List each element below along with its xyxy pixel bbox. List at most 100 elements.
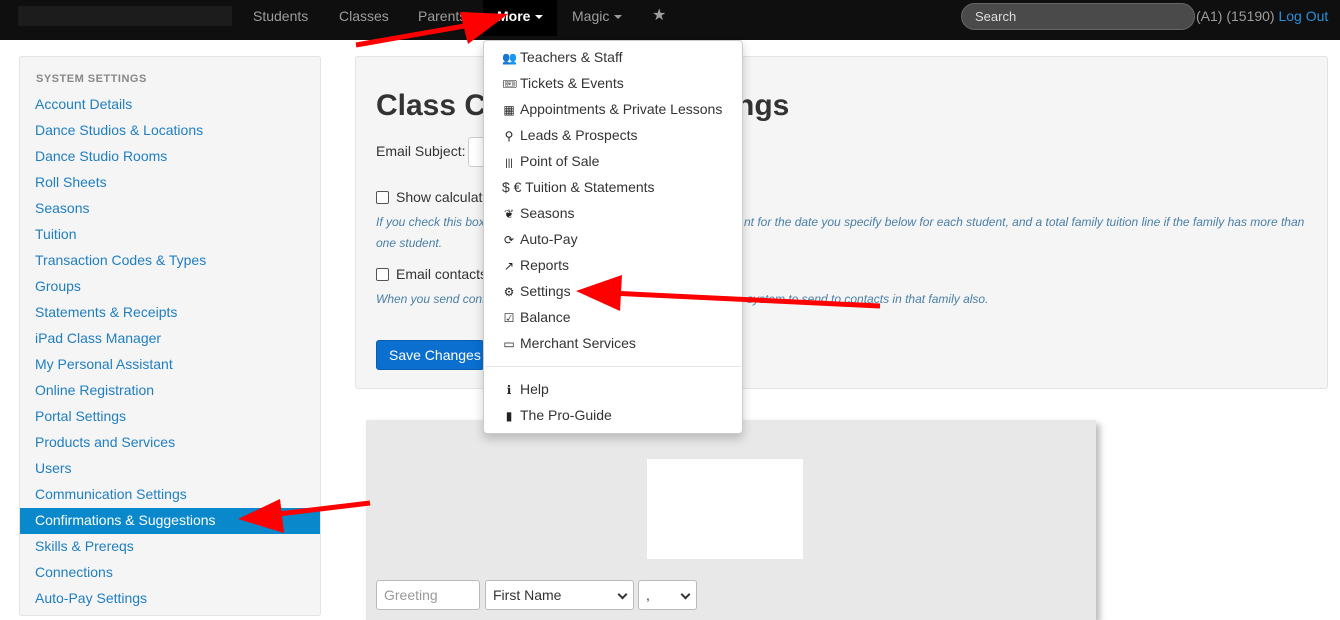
menu-item-balance[interactable]: ☑ Balance	[502, 305, 571, 329]
menu-item-appointments[interactable]: ▦ Appointments & Private Lessons	[502, 97, 722, 121]
help-text-2-start: When you send cont	[376, 292, 486, 306]
menu-item-label: Merchant Services	[520, 335, 636, 351]
sidebar-item-personal-assistant[interactable]: My Personal Assistant	[20, 352, 320, 378]
sidebar-item-autopay-settings[interactable]: Auto-Pay Settings	[20, 586, 320, 612]
more-dropdown-menu: 👥 Teachers & Staff 🎟 Tickets & Events ▦ App…	[483, 40, 743, 434]
page-title: Class C	[376, 89, 487, 122]
menu-item-label: Balance	[520, 309, 571, 325]
visa-card-icon: ▭	[503, 337, 515, 351]
menu-item-label: Teachers & Staff	[520, 49, 623, 65]
ticket-icon: 🎟	[502, 77, 518, 91]
brand-logo[interactable]	[18, 6, 232, 26]
user-code: (A1) (15190)	[1196, 8, 1275, 24]
nav-more-label: More	[497, 8, 531, 24]
calendar-icon: ▦	[503, 103, 515, 117]
save-changes-button[interactable]: Save Changes	[376, 340, 484, 370]
menu-item-merchant-services[interactable]: ▭ Merchant Services	[502, 331, 636, 355]
nav-magic-label: Magic	[572, 8, 610, 24]
menu-item-settings[interactable]: ⚙ Settings	[502, 279, 571, 303]
menu-divider	[485, 366, 741, 367]
star-icon[interactable]: ★	[652, 0, 666, 36]
sidebar-item-groups[interactable]: Groups	[20, 274, 320, 300]
leaf-icon: ❦	[503, 207, 515, 221]
show-calculated-row: Show calculate	[376, 189, 490, 205]
settings-sidebar: SYSTEM SETTINGS Account Details Dance St…	[19, 56, 321, 616]
book-icon: ▮	[505, 409, 513, 423]
first-name-select-value: First Name	[493, 587, 562, 603]
menu-item-leads-prospects[interactable]: ⚲ Leads & Prospects	[502, 123, 638, 147]
menu-item-label: The Pro-Guide	[520, 407, 612, 423]
help-text-1-end: nt for the date you specify below for ea…	[744, 215, 1305, 229]
menu-item-label: Reports	[520, 257, 570, 273]
help-text-1-line2: one student.	[376, 236, 443, 250]
menu-item-label: Settings	[520, 283, 571, 299]
menu-item-label: Leads & Prospects	[520, 127, 638, 143]
email-contacts-checkbox[interactable]	[376, 268, 389, 281]
user-info: (A1) (15190) Log Out	[1196, 8, 1328, 24]
email-contacts-row: Email contacts	[376, 266, 487, 282]
help-text-2-end: system to send to contacts in that famil…	[747, 292, 989, 306]
menu-item-label: $ € Tuition & Statements	[502, 179, 655, 195]
preview-logo-area	[647, 459, 803, 559]
sidebar-item-confirmations-suggestions[interactable]: Confirmations & Suggestions	[20, 508, 320, 534]
sidebar-item-ipad-class-manager[interactable]: iPad Class Manager	[20, 326, 320, 352]
barcode-icon: |||	[505, 158, 513, 169]
map-marker-icon: ⚲	[504, 129, 514, 143]
email-subject-label: Email Subject:	[376, 143, 466, 159]
first-name-select[interactable]: First Name	[485, 580, 634, 610]
sidebar-item-communication-settings[interactable]: Communication Settings	[20, 482, 320, 508]
punctuation-select[interactable]: ,	[638, 580, 697, 610]
sidebar-item-portal-settings[interactable]: Portal Settings	[20, 404, 320, 430]
sidebar-item-users[interactable]: Users	[20, 456, 320, 482]
menu-item-tuition-statements[interactable]: $ € Tuition & Statements	[502, 175, 655, 199]
nav-more[interactable]: More	[483, 0, 558, 36]
sidebar-item-studios-locations[interactable]: Dance Studios & Locations	[20, 118, 320, 144]
nav-classes[interactable]: Classes	[339, 0, 389, 36]
menu-item-label: Point of Sale	[520, 153, 600, 169]
menu-item-point-of-sale[interactable]: ||| Point of Sale	[502, 149, 599, 173]
cogs-icon: ⚙	[503, 285, 515, 299]
menu-item-reports[interactable]: ↗ Reports	[502, 253, 569, 277]
sidebar-item-account-details[interactable]: Account Details	[20, 92, 320, 118]
check-square-icon: ☑	[503, 311, 515, 325]
chevron-down-icon	[680, 589, 691, 600]
sidebar-item-tuition[interactable]: Tuition	[20, 222, 320, 248]
email-contacts-label: Email contacts	[396, 266, 488, 282]
nav-magic[interactable]: Magic	[572, 0, 623, 36]
menu-item-label: Tickets & Events	[520, 75, 624, 91]
menu-item-teachers-staff[interactable]: 👥 Teachers & Staff	[502, 45, 622, 69]
sidebar-item-products-services[interactable]: Products and Services	[20, 430, 320, 456]
menu-item-tickets-events[interactable]: 🎟 Tickets & Events	[502, 71, 624, 95]
logout-link[interactable]: Log Out	[1278, 8, 1328, 24]
help-text-1-start: If you check this box	[376, 215, 485, 229]
sidebar-item-skills-prereqs[interactable]: Skills & Prereqs	[20, 534, 320, 560]
punctuation-select-value: ,	[646, 587, 650, 603]
users-icon: 👥	[502, 51, 517, 65]
sidebar-header: SYSTEM SETTINGS	[36, 73, 147, 85]
caret-down-icon	[535, 15, 544, 20]
greeting-input[interactable]: Greeting	[376, 580, 480, 610]
show-calculated-label: Show calculate	[396, 189, 491, 205]
menu-item-label: Seasons	[520, 205, 575, 221]
search-input[interactable]: Search	[961, 3, 1195, 30]
nav-parents[interactable]: Parents	[418, 0, 466, 36]
sidebar-item-transaction-codes[interactable]: Transaction Codes & Types	[20, 248, 320, 274]
menu-item-auto-pay[interactable]: ⟳ Auto-Pay	[502, 227, 578, 251]
nav-students[interactable]: Students	[253, 0, 308, 36]
sidebar-item-seasons[interactable]: Seasons	[20, 196, 320, 222]
menu-item-help[interactable]: ℹ Help	[502, 377, 549, 401]
sidebar-item-connections[interactable]: Connections	[20, 560, 320, 586]
sidebar-item-statements-receipts[interactable]: Statements & Receipts	[20, 300, 320, 326]
email-preview: Greeting First Name ,	[366, 420, 1096, 620]
menu-item-seasons[interactable]: ❦ Seasons	[502, 201, 575, 225]
sidebar-item-studio-rooms[interactable]: Dance Studio Rooms	[20, 144, 320, 170]
menu-item-pro-guide[interactable]: ▮ The Pro-Guide	[502, 403, 612, 427]
chevron-down-icon	[617, 589, 628, 600]
sidebar-item-roll-sheets[interactable]: Roll Sheets	[20, 170, 320, 196]
show-calculated-checkbox[interactable]	[376, 191, 389, 204]
caret-down-icon	[614, 15, 623, 20]
menu-item-label: Help	[520, 381, 549, 397]
menu-item-label: Auto-Pay	[520, 231, 578, 247]
sidebar-item-online-registration[interactable]: Online Registration	[20, 378, 320, 404]
page-title-end: ngs	[736, 89, 790, 122]
